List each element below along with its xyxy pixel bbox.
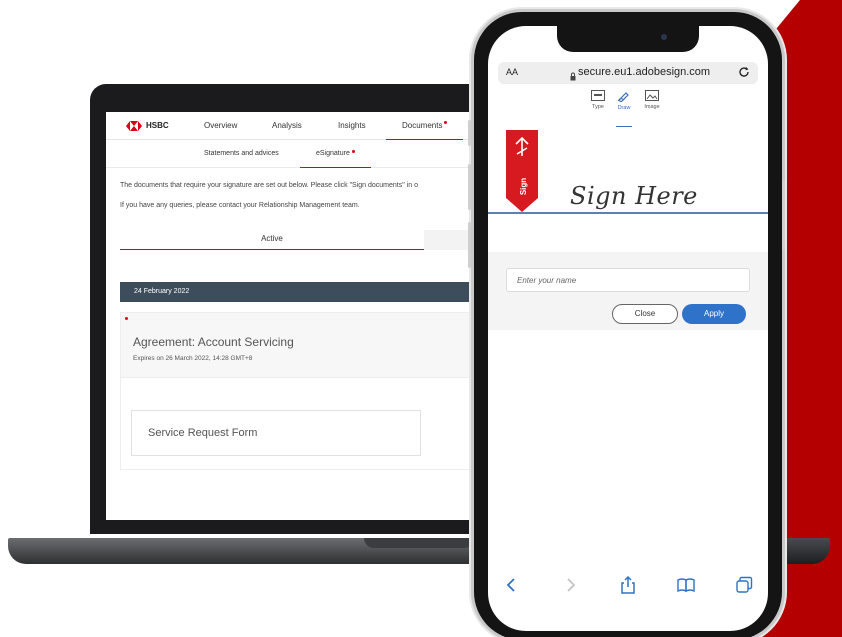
- intro-text-2: If you have any queries, please contact …: [120, 202, 360, 209]
- signature-line: [488, 212, 768, 214]
- agreement-title: Agreement: Account Servicing: [133, 335, 294, 349]
- bookmarks-icon[interactable]: [676, 575, 696, 595]
- image-icon: [645, 90, 659, 101]
- phone-screen: AA secure.eu1.adobesign.com Type Draw Im…: [488, 26, 768, 631]
- signature-canvas[interactable]: Sign Sign Here: [488, 130, 768, 252]
- nav-insights[interactable]: Insights: [338, 121, 366, 130]
- browser-address-bar[interactable]: AA secure.eu1.adobesign.com: [498, 62, 758, 84]
- flag-sign-text: Sign: [519, 177, 529, 196]
- text-size-button[interactable]: AA: [506, 67, 518, 77]
- agreement-card[interactable]: Agreement: Account Servicing Expires on …: [120, 312, 496, 378]
- acrobat-sign-flag: Sign: [506, 130, 538, 212]
- keyboard-icon: [591, 90, 605, 101]
- service-request-card[interactable]: Service Request Form: [131, 410, 421, 456]
- signature-mode-tabs: Type Draw Image: [488, 90, 768, 130]
- notification-dot: [351, 150, 355, 153]
- hsbc-logo[interactable]: HSBC: [126, 120, 186, 131]
- documents-sub-nav: Statements and advices eSignature: [106, 140, 496, 168]
- nav-documents-label: Documents: [402, 121, 443, 130]
- name-input[interactable]: Enter your name: [506, 268, 750, 292]
- tab-draw-label: Draw: [617, 105, 631, 111]
- service-request-label: Service Request Form: [148, 427, 258, 439]
- hsbc-brand-text: HSBC: [146, 121, 169, 130]
- intro-text-1: The documents that require your signatur…: [120, 182, 418, 189]
- subnav-esignature-label: eSignature: [316, 150, 350, 157]
- subnav-esignature[interactable]: eSignature: [300, 150, 371, 168]
- url-text: secure.eu1.adobesign.com: [578, 66, 711, 78]
- hsbc-top-nav: HSBC Overview Analysis Insights Document…: [106, 112, 496, 140]
- tab-type[interactable]: Type: [586, 90, 610, 110]
- subnav-statements[interactable]: Statements and advices: [204, 150, 279, 157]
- share-icon[interactable]: [618, 575, 638, 595]
- pen-icon: [617, 92, 629, 102]
- reload-icon[interactable]: [738, 66, 750, 81]
- date-header: 24 February 2022: [120, 282, 496, 302]
- agreement-documents: Service Request Form: [120, 378, 496, 470]
- tab-active[interactable]: Active: [120, 230, 424, 250]
- close-button[interactable]: Close: [612, 304, 678, 324]
- name-panel: Enter your name Close Apply: [488, 252, 768, 330]
- tab-image[interactable]: Image: [640, 90, 664, 110]
- laptop-hinge-notch: [364, 538, 474, 548]
- apply-button[interactable]: Apply: [682, 304, 746, 324]
- lock-icon: [570, 68, 576, 86]
- camera-icon: [661, 34, 667, 40]
- tab-type-label: Type: [592, 104, 604, 110]
- laptop-screen: HSBC Overview Analysis Insights Document…: [106, 112, 496, 520]
- phone-volume-down: [468, 222, 471, 268]
- phone-notch: [557, 26, 699, 52]
- phone-mute-switch: [468, 120, 471, 146]
- sign-here-text: Sign Here: [570, 182, 698, 210]
- nav-documents[interactable]: Documents: [385, 121, 465, 140]
- back-icon[interactable]: [502, 575, 522, 595]
- tabs-icon[interactable]: [734, 575, 754, 595]
- notification-dot: [444, 121, 448, 124]
- agreement-expiry: Expires on 26 March 2022, 14:28 GMT+8: [133, 355, 253, 362]
- tab-draw[interactable]: Draw: [612, 90, 636, 127]
- forward-icon[interactable]: [560, 575, 580, 595]
- browser-toolbar: [488, 571, 768, 601]
- tab-image-label: Image: [644, 104, 660, 110]
- phone-power-button: [782, 180, 785, 250]
- nav-analysis[interactable]: Analysis: [272, 121, 302, 130]
- unread-dot: [125, 317, 128, 320]
- nav-overview[interactable]: Overview: [204, 121, 237, 130]
- hsbc-hexagon-icon: [126, 120, 142, 131]
- phone-volume-up: [468, 164, 471, 210]
